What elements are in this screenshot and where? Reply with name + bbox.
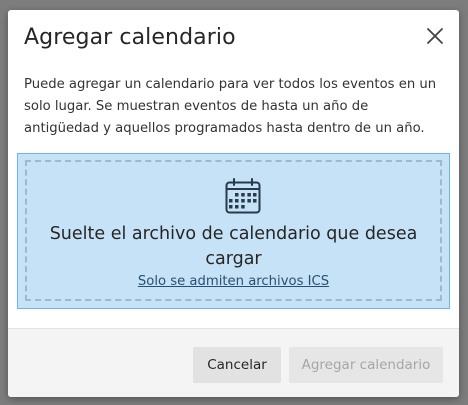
dialog-title: Agregar calendario <box>24 25 236 50</box>
supported-files-link[interactable]: Solo se admiten archivos ICS <box>27 274 440 289</box>
dialog-footer: Cancelar Agregar calendario <box>8 328 459 397</box>
dialog-header: Agregar calendario <box>8 10 459 68</box>
add-calendar-button[interactable]: Agregar calendario <box>289 347 443 383</box>
file-dropzone[interactable]: Suelte el archivo de calendario que dese… <box>17 153 450 309</box>
dropzone-dashed-area[interactable]: Suelte el archivo de calendario que dese… <box>25 160 442 301</box>
dropzone-title: Suelte el archivo de calendario que dese… <box>49 224 418 269</box>
dialog-description: Puede agregar un calendario para ver tod… <box>24 77 437 136</box>
add-calendar-dialog: Agregar calendario Puede agregar un cale… <box>8 10 459 397</box>
close-button[interactable] <box>423 24 447 48</box>
close-icon <box>427 28 443 44</box>
calendar-icon <box>225 178 261 214</box>
cancel-button[interactable]: Cancelar <box>193 347 281 383</box>
